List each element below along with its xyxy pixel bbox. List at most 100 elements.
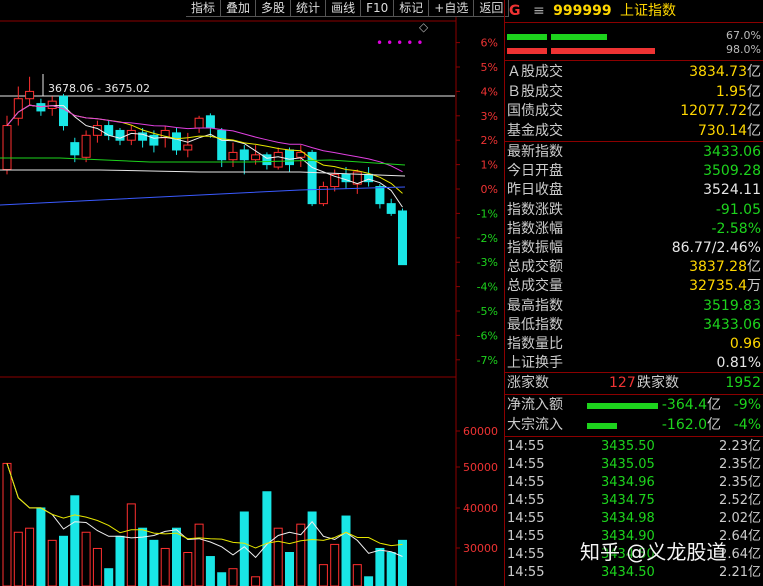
candle-body — [375, 186, 385, 205]
candle-body — [398, 210, 407, 266]
ratio-bar-red-b — [551, 48, 655, 54]
tick-price: 3434.50 — [601, 565, 655, 580]
stats-row: 基金成交 730.14亿 — [505, 122, 763, 141]
volume-bar — [115, 535, 125, 586]
tick-price: 3434.96 — [601, 475, 655, 490]
pct-label: 6% — [481, 37, 498, 50]
candle-body — [386, 203, 396, 214]
toolbar-button-6[interactable]: 标记 — [394, 0, 430, 17]
toolbar-button-4[interactable]: 画线 — [326, 0, 362, 17]
up-count-label: 涨家数 — [507, 375, 549, 391]
quotes-value-wrap: 32735.4万 — [689, 277, 761, 296]
tick-time: 14:55 — [507, 529, 545, 544]
flow-label: 净流入额 — [507, 397, 563, 413]
divider — [505, 436, 763, 437]
quotes-value: 3433.06 — [703, 144, 761, 160]
stock-header: G ≡ 999999 上证指数 — [505, 0, 763, 22]
quotes-row: 指数涨跌 -91.05 — [505, 201, 763, 220]
volume-bar — [104, 568, 114, 586]
stats-value: 1.95 — [715, 83, 747, 100]
stock-code: 999999 — [553, 3, 612, 19]
toolbar-button-3[interactable]: 统计 — [291, 0, 327, 17]
tick-row: 14:55 3434.98 2.02亿 — [505, 510, 763, 528]
volume-bar — [81, 531, 91, 586]
quotes-unit: 万 — [747, 278, 761, 295]
pct-label: 4% — [481, 85, 498, 98]
quotes-value-wrap: -91.05 — [716, 201, 761, 220]
tick-time: 14:55 — [507, 493, 545, 508]
stats-row: Ｂ股成交 1.95亿 — [505, 83, 763, 102]
flow-value-wrap: -162.0亿 — [651, 416, 721, 435]
quotes-value: 3837.28 — [689, 259, 747, 276]
quotes-value-wrap: 3509.28 — [703, 162, 761, 181]
volume-bar — [352, 564, 362, 586]
volume-bar — [92, 547, 102, 586]
toolbar-button-1[interactable]: 叠加 — [221, 0, 257, 17]
ratio-bottom-pct: 98.0% — [726, 43, 761, 56]
quotes-value-wrap: 86.77/2.46% — [672, 239, 761, 258]
volume-bar — [47, 539, 57, 586]
divider — [505, 394, 763, 395]
stats-unit: 亿 — [747, 103, 761, 119]
flow-row: 大宗流入 -162.0亿 -4% — [505, 416, 763, 435]
toolbar-button-2[interactable]: 多股 — [256, 0, 292, 17]
quotes-label: 指数涨跌 — [507, 201, 563, 218]
down-count-label: 跌家数 — [637, 375, 679, 391]
kline-chart[interactable]: 6% 5% 4% 3% 2% 1% 0% -1% -2% -3% -4% -5% -6% -7% 60000… — [0, 0, 504, 586]
tick-time: 14:55 — [507, 439, 545, 454]
quotes-value: 3524.11 — [703, 182, 761, 199]
candle-body — [228, 151, 238, 161]
tick-price: 3434.98 — [601, 511, 655, 526]
flow-pct: -9% — [733, 397, 761, 413]
candle-body — [25, 90, 35, 100]
quote-panel: G ≡ 999999 上证指数 67.0% 98.0% Ａ股成交 3834.73亿… — [504, 0, 763, 586]
flow-pct: -4% — [733, 417, 761, 433]
stats-row: Ａ股成交 3834.73亿 — [505, 63, 763, 82]
volume-bar — [2, 462, 12, 586]
market-breadth: 涨家数 127 跌家数 1952 — [505, 373, 763, 393]
quotes-value-wrap: 3433.06 — [703, 143, 761, 162]
vol-label: 60000 — [463, 425, 498, 438]
volume-bar — [228, 568, 238, 586]
quotes-label: 总成交额 — [507, 259, 563, 276]
candle-body — [47, 100, 57, 109]
flow-value: -162.0 — [661, 417, 707, 433]
stats-label: Ｂ股成交 — [507, 83, 563, 100]
tick-time: 14:55 — [507, 475, 545, 490]
quotes-label: 总成交量 — [507, 278, 563, 295]
stats-value-wrap: 12077.72亿 — [680, 102, 761, 121]
stats-unit: 亿 — [747, 64, 761, 80]
toolbar-button-7[interactable]: +自选 — [429, 0, 475, 17]
volume-bar — [375, 547, 385, 586]
stats-value-wrap: 3834.73亿 — [689, 63, 761, 82]
tick-time: 14:55 — [507, 547, 545, 562]
volume-bar — [13, 531, 23, 586]
flow-row: 净流入额 -364.4亿 -9% — [505, 396, 763, 415]
ma60-line — [0, 157, 406, 166]
pct-label: -1% — [477, 207, 498, 220]
volume-bar — [398, 539, 407, 586]
tick-volume: 2.21亿 — [719, 565, 761, 580]
menu-icon[interactable]: ≡ — [533, 3, 545, 19]
toolbar-button-0[interactable]: 指标 — [186, 0, 222, 17]
tick-volume: 2.35亿 — [719, 475, 761, 490]
volume-bar — [217, 572, 227, 586]
tick-price: 3435.05 — [601, 457, 655, 472]
group-tag[interactable]: G — [509, 3, 521, 19]
quotes-label: 指数涨幅 — [507, 220, 563, 237]
quotes-row: 指数振幅 86.77/2.46% — [505, 239, 763, 258]
diamond-icon[interactable]: ◇ — [419, 20, 428, 34]
quotes-value-wrap: -2.58% — [711, 220, 761, 239]
quotes-value-wrap: 3837.28亿 — [689, 258, 761, 277]
candle-body — [217, 129, 227, 161]
volume-bar — [183, 552, 193, 586]
volume-bar — [296, 523, 306, 586]
quotes-label: 昨日收盘 — [507, 182, 563, 199]
toolbar-button-5[interactable]: F10 — [361, 0, 395, 17]
quotes-label: 指数量比 — [507, 336, 563, 352]
ratio-bars: 67.0% 98.0% — [505, 28, 763, 58]
ratio-bar-green-b — [551, 34, 607, 40]
volume-bar — [285, 552, 294, 586]
quotes-label: 上证换手 — [507, 355, 563, 372]
candle-body — [285, 149, 294, 166]
